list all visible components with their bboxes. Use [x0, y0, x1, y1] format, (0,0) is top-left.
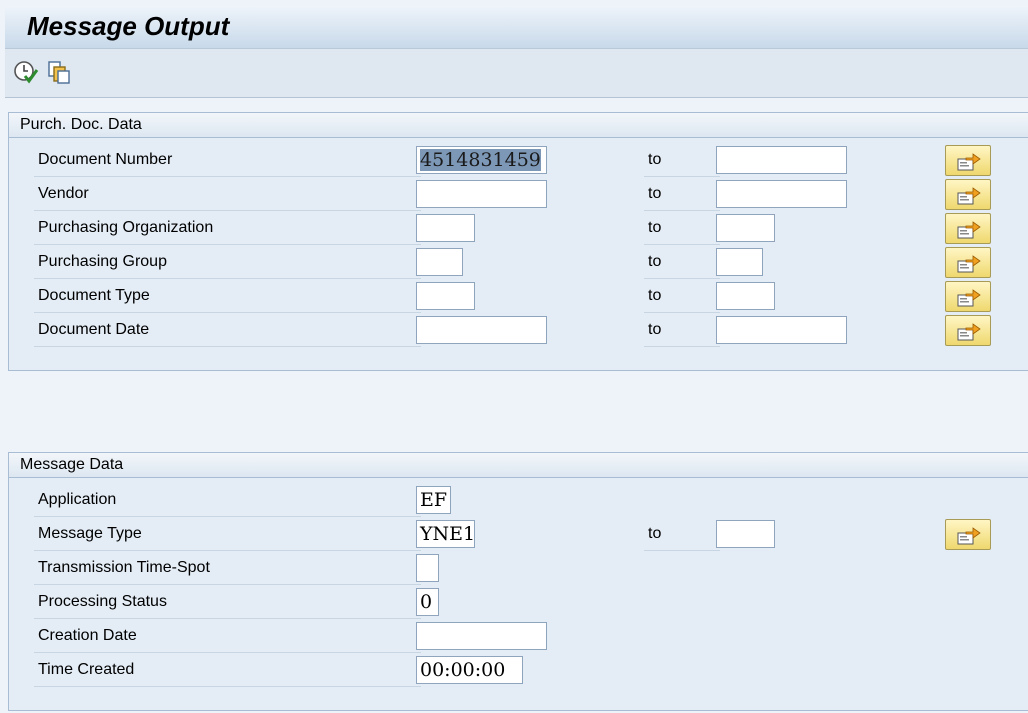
document-number-row: Document Number 4514831459 to [9, 144, 1028, 178]
document-type-label: Document Type [34, 280, 421, 313]
purchasing-group-multiple-selection-button[interactable] [945, 247, 991, 278]
message-data-group: Message Data Application EF Message Type… [8, 452, 1028, 711]
creation-date-field[interactable] [416, 622, 547, 650]
purchasing-group-row: Purchasing Group to [9, 246, 1028, 280]
document-number-from-field[interactable]: 4514831459 [416, 146, 547, 174]
to-label: to [644, 280, 720, 313]
vendor-multiple-selection-button[interactable] [945, 179, 991, 210]
document-date-label: Document Date [34, 314, 421, 347]
application-toolbar [5, 49, 1028, 98]
purchasing-group-from-field[interactable] [416, 248, 463, 276]
transmission-time-spot-row: Transmission Time-Spot [9, 552, 1028, 586]
document-date-row: Document Date to [9, 314, 1028, 348]
creation-date-label: Creation Date [34, 620, 421, 653]
document-date-from-field[interactable] [416, 316, 547, 344]
time-created-field[interactable]: 00:00:00 [416, 656, 523, 684]
time-created-row: Time Created 00:00:00 [9, 654, 1028, 688]
message-type-label: Message Type [34, 518, 421, 551]
message-type-from-field[interactable]: YNE1 [416, 520, 475, 548]
vendor-row: Vendor to [9, 178, 1028, 212]
purchasing-organization-label: Purchasing Organization [34, 212, 421, 245]
purchasing-group-to-field[interactable] [716, 248, 763, 276]
document-number-to-field[interactable] [716, 146, 847, 174]
transmission-time-spot-field[interactable] [416, 554, 439, 582]
document-number-label: Document Number [34, 144, 421, 177]
vendor-to-field[interactable] [716, 180, 847, 208]
execute-clock-icon[interactable] [13, 59, 39, 85]
application-field[interactable]: EF [416, 486, 451, 514]
document-type-to-field[interactable] [716, 282, 775, 310]
message-data-header: Message Data [9, 453, 1028, 478]
message-type-multiple-selection-button[interactable] [945, 519, 991, 550]
message-type-row: Message Type YNE1 to [9, 518, 1028, 552]
time-created-label: Time Created [34, 654, 421, 687]
message-type-to-field[interactable] [716, 520, 775, 548]
purchasing-organization-from-field[interactable] [416, 214, 475, 242]
to-label: to [644, 314, 720, 347]
document-number-multiple-selection-button[interactable] [945, 145, 991, 176]
transmission-time-spot-label: Transmission Time-Spot [34, 552, 421, 585]
document-type-multiple-selection-button[interactable] [945, 281, 991, 312]
to-label: to [644, 144, 720, 177]
purchasing-group-label: Purchasing Group [34, 246, 421, 279]
purchasing-organization-multiple-selection-button[interactable] [945, 213, 991, 244]
application-row: Application EF [9, 484, 1028, 518]
document-type-row: Document Type to [9, 280, 1028, 314]
to-label: to [644, 518, 720, 551]
document-date-to-field[interactable] [716, 316, 847, 344]
copy-documents-icon[interactable] [46, 59, 72, 85]
page-title: Message Output [27, 11, 230, 41]
document-date-multiple-selection-button[interactable] [945, 315, 991, 346]
to-label: to [644, 178, 720, 211]
document-type-from-field[interactable] [416, 282, 475, 310]
vendor-from-field[interactable] [416, 180, 547, 208]
vendor-label: Vendor [34, 178, 421, 211]
processing-status-label: Processing Status [34, 586, 421, 619]
application-label: Application [34, 484, 421, 517]
title-bar: Message Output [5, 6, 1028, 49]
processing-status-row: Processing Status 0 [9, 586, 1028, 620]
creation-date-row: Creation Date [9, 620, 1028, 654]
purchasing-organization-to-field[interactable] [716, 214, 775, 242]
to-label: to [644, 212, 720, 245]
purch-doc-data-header: Purch. Doc. Data [9, 113, 1028, 138]
purch-doc-data-group: Purch. Doc. Data Document Number 4514831… [8, 112, 1028, 371]
to-label: to [644, 246, 720, 279]
processing-status-field[interactable]: 0 [416, 588, 439, 616]
purchasing-organization-row: Purchasing Organization to [9, 212, 1028, 246]
